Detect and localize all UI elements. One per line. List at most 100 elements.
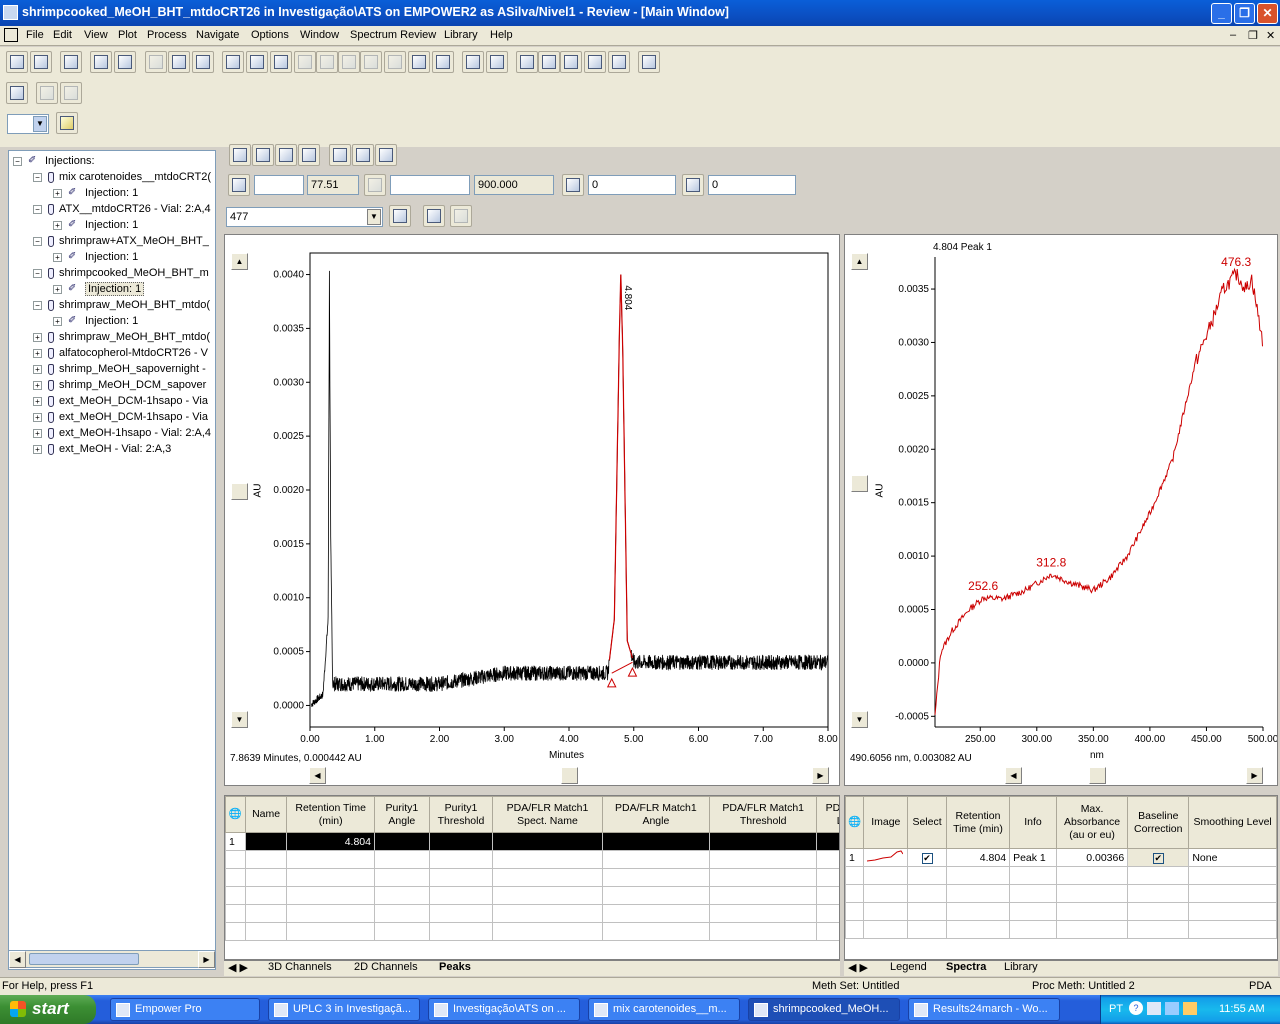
expand-icon[interactable]: + (53, 188, 62, 198)
tree-sample-node[interactable]: + ext_MeOH-1hsapo - Vial: 2:A,4 (33, 425, 211, 441)
table-row[interactable] (225, 886, 839, 905)
tree-scroll-thumb[interactable] (29, 953, 139, 965)
table-row[interactable] (845, 902, 1277, 921)
col-smoothing[interactable]: Smoothing Level (1188, 796, 1277, 849)
menu-plot[interactable]: Plot (118, 29, 137, 41)
tree-injection-node[interactable]: + ✐ Injection: 1 (53, 313, 138, 329)
collapse-icon[interactable]: − (33, 300, 42, 310)
table-row[interactable] (225, 922, 839, 941)
toolbar-tool-20-icon[interactable] (486, 51, 508, 73)
app-icon[interactable] (3, 5, 18, 20)
tree-sample-node[interactable]: − shrimpraw_MeOH_BHT_mtdo( (33, 297, 210, 313)
spec-tab-nav-icon[interactable]: ◀ ▶ (848, 961, 868, 974)
help-tray-icon[interactable]: ? (1129, 1001, 1143, 1015)
task-shrimpcooked[interactable]: shrimpcooked_MeOH... (748, 998, 900, 1021)
tab-peaks[interactable]: Peaks (439, 961, 471, 973)
tree-sample-node[interactable]: + shrimp_MeOH_sapovernight - (33, 361, 206, 377)
toolbar-tool-1-icon[interactable] (6, 51, 28, 73)
tree-sample-node[interactable]: − ATX__mtdoCRT26 - Vial: 2:A,4 (33, 201, 211, 217)
toolbar-tool-4-icon[interactable] (90, 51, 112, 73)
tree-sample-node[interactable]: + shrimpraw_MeOH_BHT_mtdo( (33, 329, 210, 345)
menu-edit[interactable]: Edit (53, 29, 72, 41)
col-baseline[interactable]: Baseline Correction (1127, 796, 1190, 849)
toolbar-tool-9-icon[interactable] (222, 51, 244, 73)
min-height-icon[interactable] (682, 174, 704, 196)
tree-hscrollbar[interactable]: ◀ ▶ (8, 950, 216, 968)
table-row[interactable] (845, 884, 1277, 903)
language-indicator[interactable]: PT (1109, 1003, 1123, 1015)
col-match-angle[interactable]: PDA/FLR Match1 Angle (601, 796, 711, 833)
menu-options[interactable]: Options (251, 29, 289, 41)
table-row[interactable] (845, 866, 1277, 885)
expand-icon[interactable]: + (53, 284, 62, 294)
expand-icon[interactable]: + (53, 252, 62, 262)
toolbar-tool-23-icon[interactable] (560, 51, 582, 73)
width-icon[interactable] (364, 174, 386, 196)
collapse-icon[interactable]: − (33, 204, 42, 214)
start-button[interactable]: start (0, 995, 96, 1024)
tab-legend[interactable]: Legend (890, 961, 927, 973)
chrom-tool-3-icon[interactable] (275, 144, 297, 166)
chrom-scroll-left-icon[interactable]: ◀ (309, 767, 326, 784)
channel-tool-1-icon[interactable] (389, 205, 411, 227)
table-row[interactable] (225, 904, 839, 923)
collapse-icon[interactable]: − (33, 172, 42, 182)
collapse-icon[interactable]: − (33, 236, 42, 246)
expand-icon[interactable]: + (33, 332, 42, 342)
toolbar-tool-14-icon[interactable] (338, 51, 360, 73)
child-window-icon[interactable] (4, 28, 18, 42)
toolbar-paste-icon[interactable] (60, 82, 82, 104)
chromatogram-pane[interactable]: ▲ ▼ ◀ ▶ 7.8639 Minutes, 0.000442 AU Minu… (224, 234, 840, 786)
channel-tool-3-icon[interactable] (450, 205, 472, 227)
col-rt[interactable]: Retention Time (min) (286, 796, 375, 833)
select-checkbox[interactable]: ✔ (907, 848, 947, 867)
toolbar-tool-26-icon[interactable] (638, 51, 660, 73)
volume-icon[interactable] (1183, 1002, 1197, 1015)
threshold-icon[interactable] (228, 174, 250, 196)
table-row[interactable] (845, 920, 1277, 939)
channel-tool-2-icon[interactable] (423, 205, 445, 227)
tree-sample-node[interactable]: − mix carotenoides__mtdoCRT2( (33, 169, 211, 185)
chrom-tool-6-icon[interactable] (352, 144, 374, 166)
mdi-minimize-icon[interactable]: – (1230, 29, 1236, 41)
chrom-tool-2-icon[interactable] (252, 144, 274, 166)
menu-process[interactable]: Process (147, 29, 187, 41)
chromatogram-plot[interactable]: 0.0040 0.0035 0.0030 0.0025 0.0020 0.0015 0.00… (225, 235, 839, 765)
spectra-table-pane[interactable]: 🌐 Image Select Retention Time (min) Info… (844, 795, 1278, 960)
expand-icon[interactable]: + (33, 444, 42, 454)
menu-help[interactable]: Help (490, 29, 513, 41)
spec-scroll-right-icon[interactable]: ▶ (1246, 767, 1263, 784)
toolbar-tool-12-icon[interactable] (294, 51, 316, 73)
spectrum-plot[interactable]: 0.0035 0.0030 0.0025 0.0020 0.0015 0.0010 0.00… (845, 235, 1277, 765)
toolbar-eraser-icon[interactable] (56, 112, 78, 134)
tab-3d-channels[interactable]: 3D Channels (268, 961, 332, 973)
toolbar-tool-16-icon[interactable] (384, 51, 406, 73)
col-info[interactable]: Info (1009, 796, 1057, 849)
tab-nav-icon[interactable]: ◀ ▶ (228, 961, 248, 974)
toolbar-print-icon[interactable] (6, 82, 28, 104)
injections-tree[interactable]: − ✐ Injections: − mix carotenoides__mtdoCRT… (8, 150, 216, 970)
min-height-input[interactable]: 0 (708, 175, 796, 195)
col-name[interactable]: Name (244, 796, 288, 833)
expand-icon[interactable]: + (33, 412, 42, 422)
task-investigacao[interactable]: Investigação\ATS on ... (428, 998, 580, 1021)
spectra-table[interactable]: 🌐 Image Select Retention Time (min) Info… (845, 796, 1277, 939)
table-row[interactable]: 1 ✔ 4.804 Peak 1 0.00366 ✔ None (845, 848, 1277, 867)
task-uplc3[interactable]: UPLC 3 in Investigaçã... (268, 998, 420, 1021)
tree-sample-node[interactable]: + alfatocopherol-MtdoCRT26 - V (33, 345, 208, 361)
expand-icon[interactable]: + (33, 348, 42, 358)
tree-sample-node[interactable]: − shrimpcooked_MeOH_BHT_m (33, 265, 209, 281)
table-row[interactable] (225, 868, 839, 887)
min-area-input[interactable]: 0 (588, 175, 676, 195)
menu-library[interactable]: Library (444, 29, 478, 41)
toolbar-tool-19-icon[interactable] (462, 51, 484, 73)
zoom-dropdown-icon[interactable]: ▼ (33, 116, 47, 132)
threshold-input[interactable] (254, 175, 304, 195)
col-match-lib[interactable]: PDA/FLR Matc Lib. Name (816, 796, 839, 833)
expand-icon[interactable]: + (33, 380, 42, 390)
toolbar-tool-10-icon[interactable] (246, 51, 268, 73)
toolbar-tool-11-icon[interactable] (270, 51, 292, 73)
peaks-table-pane[interactable]: 🌐 Name Retention Time (min) Purity1 Angl… (224, 795, 840, 960)
spectrum-pane[interactable]: 4.804 Peak 1 ▲ ▼ ◀ ▶ 490.6056 nm, 0.0030… (844, 234, 1278, 786)
peaks-table[interactable]: 🌐 Name Retention Time (min) Purity1 Angl… (225, 796, 839, 941)
